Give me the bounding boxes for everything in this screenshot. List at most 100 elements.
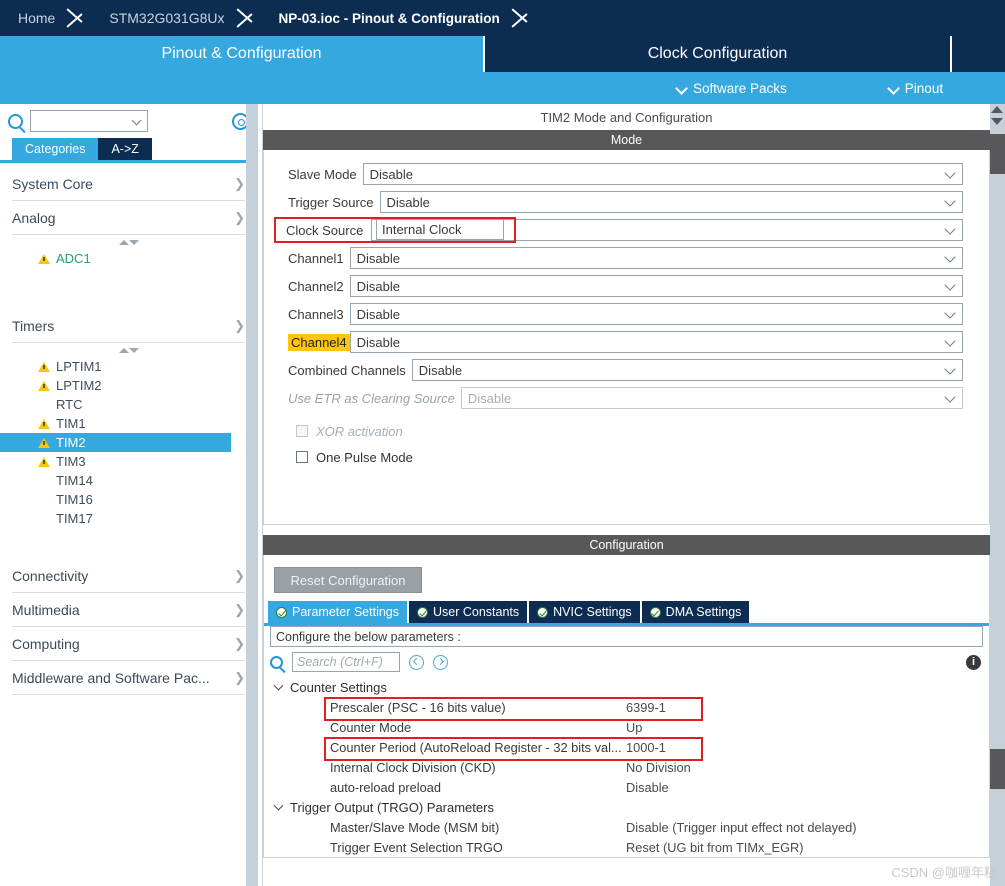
chevron-down-icon[interactable] — [133, 117, 142, 126]
param-group-counter-settings[interactable]: Counter Settings — [264, 677, 989, 697]
param-value: Reset (UG bit from TIMx_EGR) — [626, 839, 804, 855]
param-name: auto-reload preload — [330, 779, 441, 795]
sidebar-item-tim2[interactable]: TIM2 — [0, 433, 231, 452]
tab-overflow[interactable] — [952, 36, 1005, 72]
breadcrumb-label: NP-03.ioc - Pinout & Configuration — [278, 10, 500, 26]
trigger-source-select[interactable]: Disable — [379, 191, 963, 213]
chevron-down-icon — [946, 393, 956, 403]
scroll-spinner-icon[interactable] — [0, 343, 257, 357]
software-packs-menu[interactable]: Software Packs — [676, 81, 787, 96]
combined-channels-select[interactable]: Disable — [411, 359, 963, 381]
chevron-right-icon: ❯ — [234, 175, 245, 191]
checkbox-label: XOR activation — [316, 423, 403, 439]
prev-icon[interactable] — [409, 654, 424, 670]
sidebar-item-adc1[interactable]: ADC1 — [0, 249, 257, 268]
one-pulse-mode-checkbox[interactable] — [296, 451, 308, 463]
clock-source-value[interactable]: Internal Clock — [376, 219, 504, 240]
breadcrumb: Home STM32G031G8Ux NP-03.ioc - Pinout & … — [0, 0, 1005, 36]
use-etr-select: Disable — [460, 387, 963, 409]
scrollbar-thumb-bottom[interactable] — [990, 749, 1005, 789]
chevron-right-icon: ❯ — [234, 567, 245, 583]
parameter-search-input[interactable]: Search (Ctrl+F) — [292, 652, 400, 672]
tab-nvic-settings[interactable]: NVIC Settings — [529, 601, 640, 623]
sidebar-search-input[interactable] — [30, 110, 148, 132]
select-value: Disable — [467, 390, 512, 406]
configuration-body: Reset Configuration Parameter Settings U… — [263, 555, 990, 858]
tab-user-constants[interactable]: User Constants — [409, 601, 528, 623]
software-packs-label: Software Packs — [693, 80, 787, 96]
param-row-internal-clock-division[interactable]: Internal Clock Division (CKD) No Divisio… — [264, 757, 989, 777]
field-clock-source: Clock Source Clock Source Internal Clock — [264, 216, 989, 244]
prompt-label: Configure the below parameters : — [276, 629, 461, 644]
param-row-counter-period[interactable]: Counter Period (AutoReload Register - 32… — [264, 737, 989, 761]
chevron-down-icon: ❯ — [234, 317, 245, 333]
sidebar-item-lptim2[interactable]: LPTIM2 — [0, 376, 257, 395]
scroll-down-arrow-icon[interactable] — [991, 118, 1003, 125]
scroll-up-arrow-icon[interactable] — [991, 106, 1003, 113]
slave-mode-select[interactable]: Disable — [362, 163, 963, 185]
select-value: Disable — [356, 334, 401, 350]
breadcrumb-item-current[interactable]: NP-03.ioc - Pinout & Configuration — [261, 0, 510, 36]
sidebar-group-computing[interactable]: Computing ❯ — [12, 627, 245, 661]
tab-pinout-configuration[interactable]: Pinout & Configuration — [0, 36, 483, 72]
channel4-label-highlighted: Channel4 — [288, 333, 350, 351]
info-icon[interactable]: i — [966, 654, 981, 670]
sidebar-item-tim17[interactable]: TIM17 — [0, 509, 257, 528]
next-icon[interactable] — [433, 654, 448, 670]
sidebar-item-tim3[interactable]: TIM3 — [0, 452, 257, 471]
tab-parameter-settings[interactable]: Parameter Settings — [268, 601, 407, 623]
channel3-select[interactable]: Disable — [349, 303, 963, 325]
param-row-auto-reload-preload[interactable]: auto-reload preload Disable — [264, 777, 989, 797]
select-value: Disable — [356, 306, 401, 322]
component-sidebar: Categories A->Z System Core ❯ Analog ❯ A… — [0, 104, 258, 886]
channel2-select[interactable]: Disable — [349, 275, 963, 297]
breadcrumb-separator-icon — [65, 0, 91, 36]
chevron-right-icon: ❯ — [234, 635, 245, 651]
sidebar-group-connectivity[interactable]: Connectivity ❯ — [12, 559, 245, 593]
chevron-down-icon — [888, 83, 899, 94]
scrollbar-thumb-top[interactable] — [990, 134, 1005, 174]
param-row-trigger-event-selection[interactable]: Trigger Event Selection TRGO Reset (UG b… — [264, 837, 989, 857]
breadcrumb-item-device[interactable]: STM32G031G8Ux — [91, 0, 234, 36]
button-label: Reset Configuration — [290, 572, 406, 588]
search-icon — [8, 113, 23, 129]
param-value: Up — [626, 719, 643, 735]
configuration-panel: TIM2 Mode and Configuration Mode Slave M… — [262, 104, 990, 886]
sidebar-item-label: TIM3 — [56, 454, 86, 469]
select-value: Disable — [369, 166, 414, 182]
tab-label: DMA Settings — [665, 605, 742, 619]
sidebar-item-tim16[interactable]: TIM16 — [0, 490, 257, 509]
warning-icon — [38, 437, 50, 448]
tab-label: Pinout & Configuration — [161, 45, 322, 62]
param-row-counter-mode[interactable]: Counter Mode Up — [264, 717, 989, 737]
sidebar-group-middleware[interactable]: Middleware and Software Pac... ❯ — [12, 661, 245, 695]
sidebar-item-tim1[interactable]: TIM1 — [0, 414, 257, 433]
pinout-menu[interactable]: Pinout — [888, 81, 943, 96]
chevron-down-icon — [946, 281, 956, 291]
param-row-master-slave-mode[interactable]: Master/Slave Mode (MSM bit) Disable (Tri… — [264, 817, 989, 837]
sidebar-item-tim14[interactable]: TIM14 — [0, 471, 257, 490]
param-group-trigger-output[interactable]: Trigger Output (TRGO) Parameters — [264, 797, 989, 817]
sidebar-scrollbar[interactable] — [246, 104, 258, 886]
breadcrumb-item-home[interactable]: Home — [0, 0, 65, 36]
sidebar-item-lptim1[interactable]: LPTIM1 — [0, 357, 257, 376]
group-label: Analog — [12, 209, 56, 226]
sidebar-group-timers-body: LPTIM1 LPTIM2 RTC TIM1 TIM2 TIM3 TIM14 T… — [0, 343, 257, 559]
tab-clock-configuration[interactable]: Clock Configuration — [485, 36, 950, 72]
channel4-select[interactable]: Disable — [349, 331, 963, 353]
sidebar-tab-a-to-z[interactable]: A->Z — [98, 138, 152, 160]
sidebar-group-system-core[interactable]: System Core ❯ — [12, 167, 245, 201]
warning-icon — [38, 361, 50, 372]
main-vertical-scrollbar[interactable] — [990, 104, 1005, 886]
scroll-spinner-icon[interactable] — [0, 235, 257, 249]
tab-dma-settings[interactable]: DMA Settings — [641, 601, 750, 623]
sidebar-group-timers[interactable]: Timers ❯ — [12, 309, 245, 343]
channel1-select[interactable]: Disable — [349, 247, 963, 269]
sidebar-group-multimedia[interactable]: Multimedia ❯ — [12, 593, 245, 627]
param-row-prescaler[interactable]: Prescaler (PSC - 16 bits value) 6399-1 — [264, 697, 989, 721]
sidebar-item-label: TIM2 — [56, 435, 86, 450]
sidebar-group-analog[interactable]: Analog ❯ — [12, 201, 245, 235]
sidebar-tab-categories[interactable]: Categories — [12, 138, 99, 160]
sidebar-item-rtc[interactable]: RTC — [0, 395, 257, 414]
reset-configuration-button[interactable]: Reset Configuration — [274, 567, 422, 593]
